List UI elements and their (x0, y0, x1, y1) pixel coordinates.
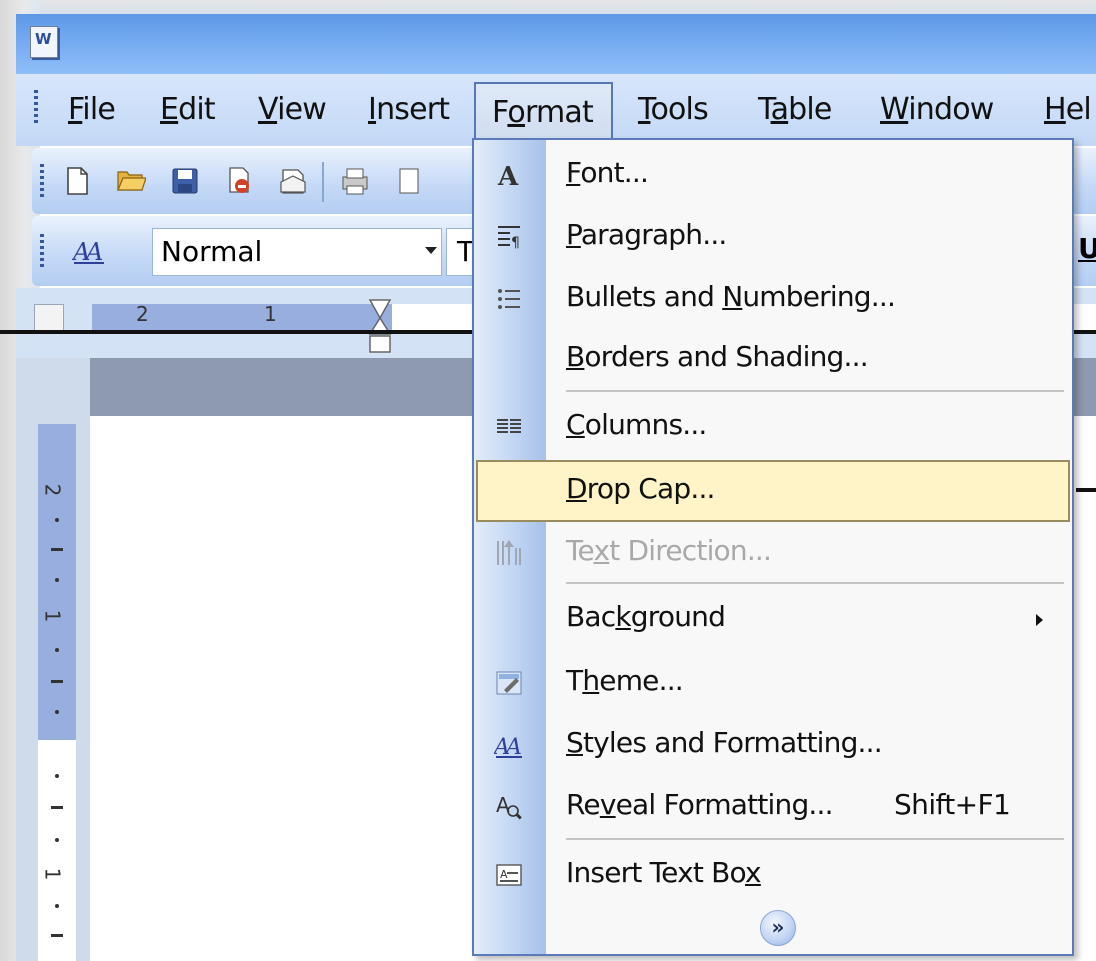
vruler-number: 2 (40, 483, 65, 497)
svg-text:¶: ¶ (511, 235, 520, 251)
columns-icon (494, 412, 524, 442)
menu-item-styles-formatting[interactable]: AA Styles and Formatting... (474, 714, 1072, 776)
menu-insert[interactable]: Insert (368, 92, 450, 128)
menu-label: Bullets and Numbering... (566, 280, 896, 313)
menu-label: Background (566, 600, 726, 633)
theme-icon (494, 668, 524, 698)
menu-label: Columns... (566, 408, 707, 441)
menu-item-reveal-formatting[interactable]: A Reveal Formatting... Shift+F1 (474, 776, 1072, 838)
menu-item-font[interactable]: A Font... (474, 144, 1072, 206)
text-direction-icon (494, 538, 524, 568)
menu-separator (566, 390, 1064, 392)
menu-item-theme[interactable]: Theme... (474, 652, 1072, 714)
ruler-number: 2 (136, 302, 149, 326)
menu-separator (566, 838, 1064, 840)
save-icon[interactable] (170, 166, 200, 196)
permission-icon[interactable] (224, 166, 254, 196)
indent-marker-icon[interactable] (368, 298, 392, 354)
menu-label: Theme... (566, 664, 684, 697)
email-icon[interactable] (278, 166, 308, 196)
menu-item-background[interactable]: Background (474, 588, 1072, 650)
menu-table[interactable]: Table (758, 92, 832, 128)
menu-label: Drop Cap... (566, 472, 715, 505)
vruler-tick (51, 934, 63, 937)
menu-item-borders-shading[interactable]: Borders and Shading... (474, 328, 1072, 390)
submenu-arrow-icon (1036, 614, 1043, 626)
menu-item-text-direction[interactable]: Text Direction... (474, 522, 1072, 584)
svg-text:A: A (500, 868, 508, 881)
vruler-tick (55, 578, 59, 582)
svg-text:A: A (497, 162, 519, 190)
menu-item-insert-text-box[interactable]: A Insert Text Box (474, 844, 1072, 906)
print-icon[interactable] (340, 166, 370, 196)
svg-text:A: A (84, 238, 103, 266)
word-app-icon[interactable]: W (30, 26, 58, 58)
title-bar: W (16, 14, 1096, 74)
vruler-tick (55, 710, 59, 714)
style-value: Normal (161, 235, 263, 268)
vruler-tick (51, 680, 63, 683)
styles-icon: AA (494, 730, 524, 760)
reveal-formatting-icon: A (494, 792, 524, 822)
word-window: W File Edit View Insert Format Tools Tab… (0, 0, 1096, 961)
vruler-tick (51, 548, 63, 551)
menu-help[interactable]: Hel (1044, 92, 1092, 128)
menu-label: Styles and Formatting... (566, 726, 883, 759)
callout-pointer-line (1076, 488, 1096, 492)
menu-label: Insert Text Box (566, 856, 762, 889)
vruler-tick (55, 838, 59, 842)
vruler-tick (55, 904, 59, 908)
menu-item-bullets-numbering[interactable]: Bullets and Numbering... (474, 268, 1072, 330)
expand-menu-chevron-icon[interactable]: » (760, 910, 796, 946)
menu-label: Font... (566, 156, 649, 189)
vertical-ruler-margin (38, 424, 76, 740)
open-folder-icon[interactable] (116, 164, 146, 194)
new-document-icon[interactable] (62, 166, 92, 196)
menu-item-columns[interactable]: Columns... (474, 396, 1072, 458)
menu-tools[interactable]: Tools (638, 92, 709, 128)
font-A-icon: A (494, 160, 524, 190)
menu-format[interactable]: Format (474, 82, 613, 144)
vruler-tick (55, 648, 59, 652)
format-menu: A Font... ¶ Paragraph... Bullets and Num… (472, 138, 1074, 956)
toolbar-grip[interactable] (40, 164, 44, 198)
styles-formatting-icon[interactable]: A A (72, 236, 106, 266)
menubar-grip[interactable] (34, 90, 38, 126)
menu-file[interactable]: File (68, 92, 116, 128)
vertical-ruler[interactable]: 2 1 1 (38, 424, 76, 961)
menu-view[interactable]: View (258, 92, 327, 128)
vruler-number: 1 (40, 867, 65, 881)
vruler-tick (55, 774, 59, 778)
menu-bar: File Edit View Insert Format Tools Table… (16, 74, 1096, 146)
vruler-number: 1 (40, 609, 65, 623)
menu-item-paragraph[interactable]: ¶ Paragraph... (474, 206, 1072, 268)
toolbar-separator (322, 162, 324, 202)
menu-separator (566, 582, 1064, 584)
text-box-icon: A (494, 860, 524, 890)
menu-edit[interactable]: Edit (160, 92, 216, 128)
style-dropdown[interactable]: Normal (152, 228, 442, 276)
vruler-tick (55, 518, 59, 522)
menu-label: Borders and Shading... (566, 340, 869, 373)
style-dropdown-arrow-icon[interactable] (425, 247, 437, 254)
menu-item-drop-cap[interactable]: Drop Cap... (476, 460, 1070, 522)
bullets-icon (494, 284, 524, 314)
paragraph-icon: ¶ (494, 222, 524, 252)
menu-window[interactable]: Window (880, 92, 994, 128)
menu-label: Reveal Formatting... (566, 788, 834, 821)
menu-shortcut: Shift+F1 (894, 788, 1011, 821)
ruler-number: 1 (264, 302, 277, 326)
vruler-tick (51, 806, 63, 809)
window-frame-top (0, 0, 1096, 14)
toolbar-grip[interactable] (40, 234, 44, 268)
word-icon-letter: W (35, 30, 52, 48)
print-preview-icon[interactable] (396, 166, 426, 196)
menu-label: Text Direction... (566, 534, 772, 567)
menu-label: Paragraph... (566, 218, 727, 251)
underline-button[interactable]: U (1078, 232, 1096, 265)
